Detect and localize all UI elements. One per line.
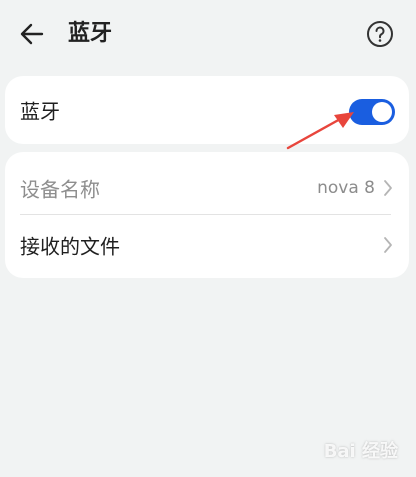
device-name-label: 设备名称 — [20, 177, 100, 202]
back-button[interactable] — [16, 18, 48, 50]
list-item-device-name[interactable]: 设备名称 nova 8 — [5, 157, 409, 219]
settings-list-card: 设备名称 nova 8 接收的文件 — [5, 152, 409, 278]
page-title: 蓝牙 — [68, 21, 113, 46]
red-arrow-annotation — [286, 112, 354, 150]
received-files-label: 接收的文件 — [20, 234, 120, 259]
back-arrow-icon — [20, 23, 44, 45]
help-icon — [367, 21, 393, 47]
toggle-knob — [372, 102, 392, 122]
bluetooth-label: 蓝牙 — [20, 99, 60, 124]
chevron-right-icon — [384, 180, 392, 196]
list-item-received-files[interactable]: 接收的文件 — [5, 214, 409, 276]
watermark: Bai 经验 — [323, 441, 398, 462]
app-header: 蓝牙 — [0, 0, 416, 68]
chevron-right-icon — [384, 237, 392, 253]
help-button[interactable] — [366, 20, 394, 48]
device-name-value: nova 8 — [317, 178, 375, 198]
